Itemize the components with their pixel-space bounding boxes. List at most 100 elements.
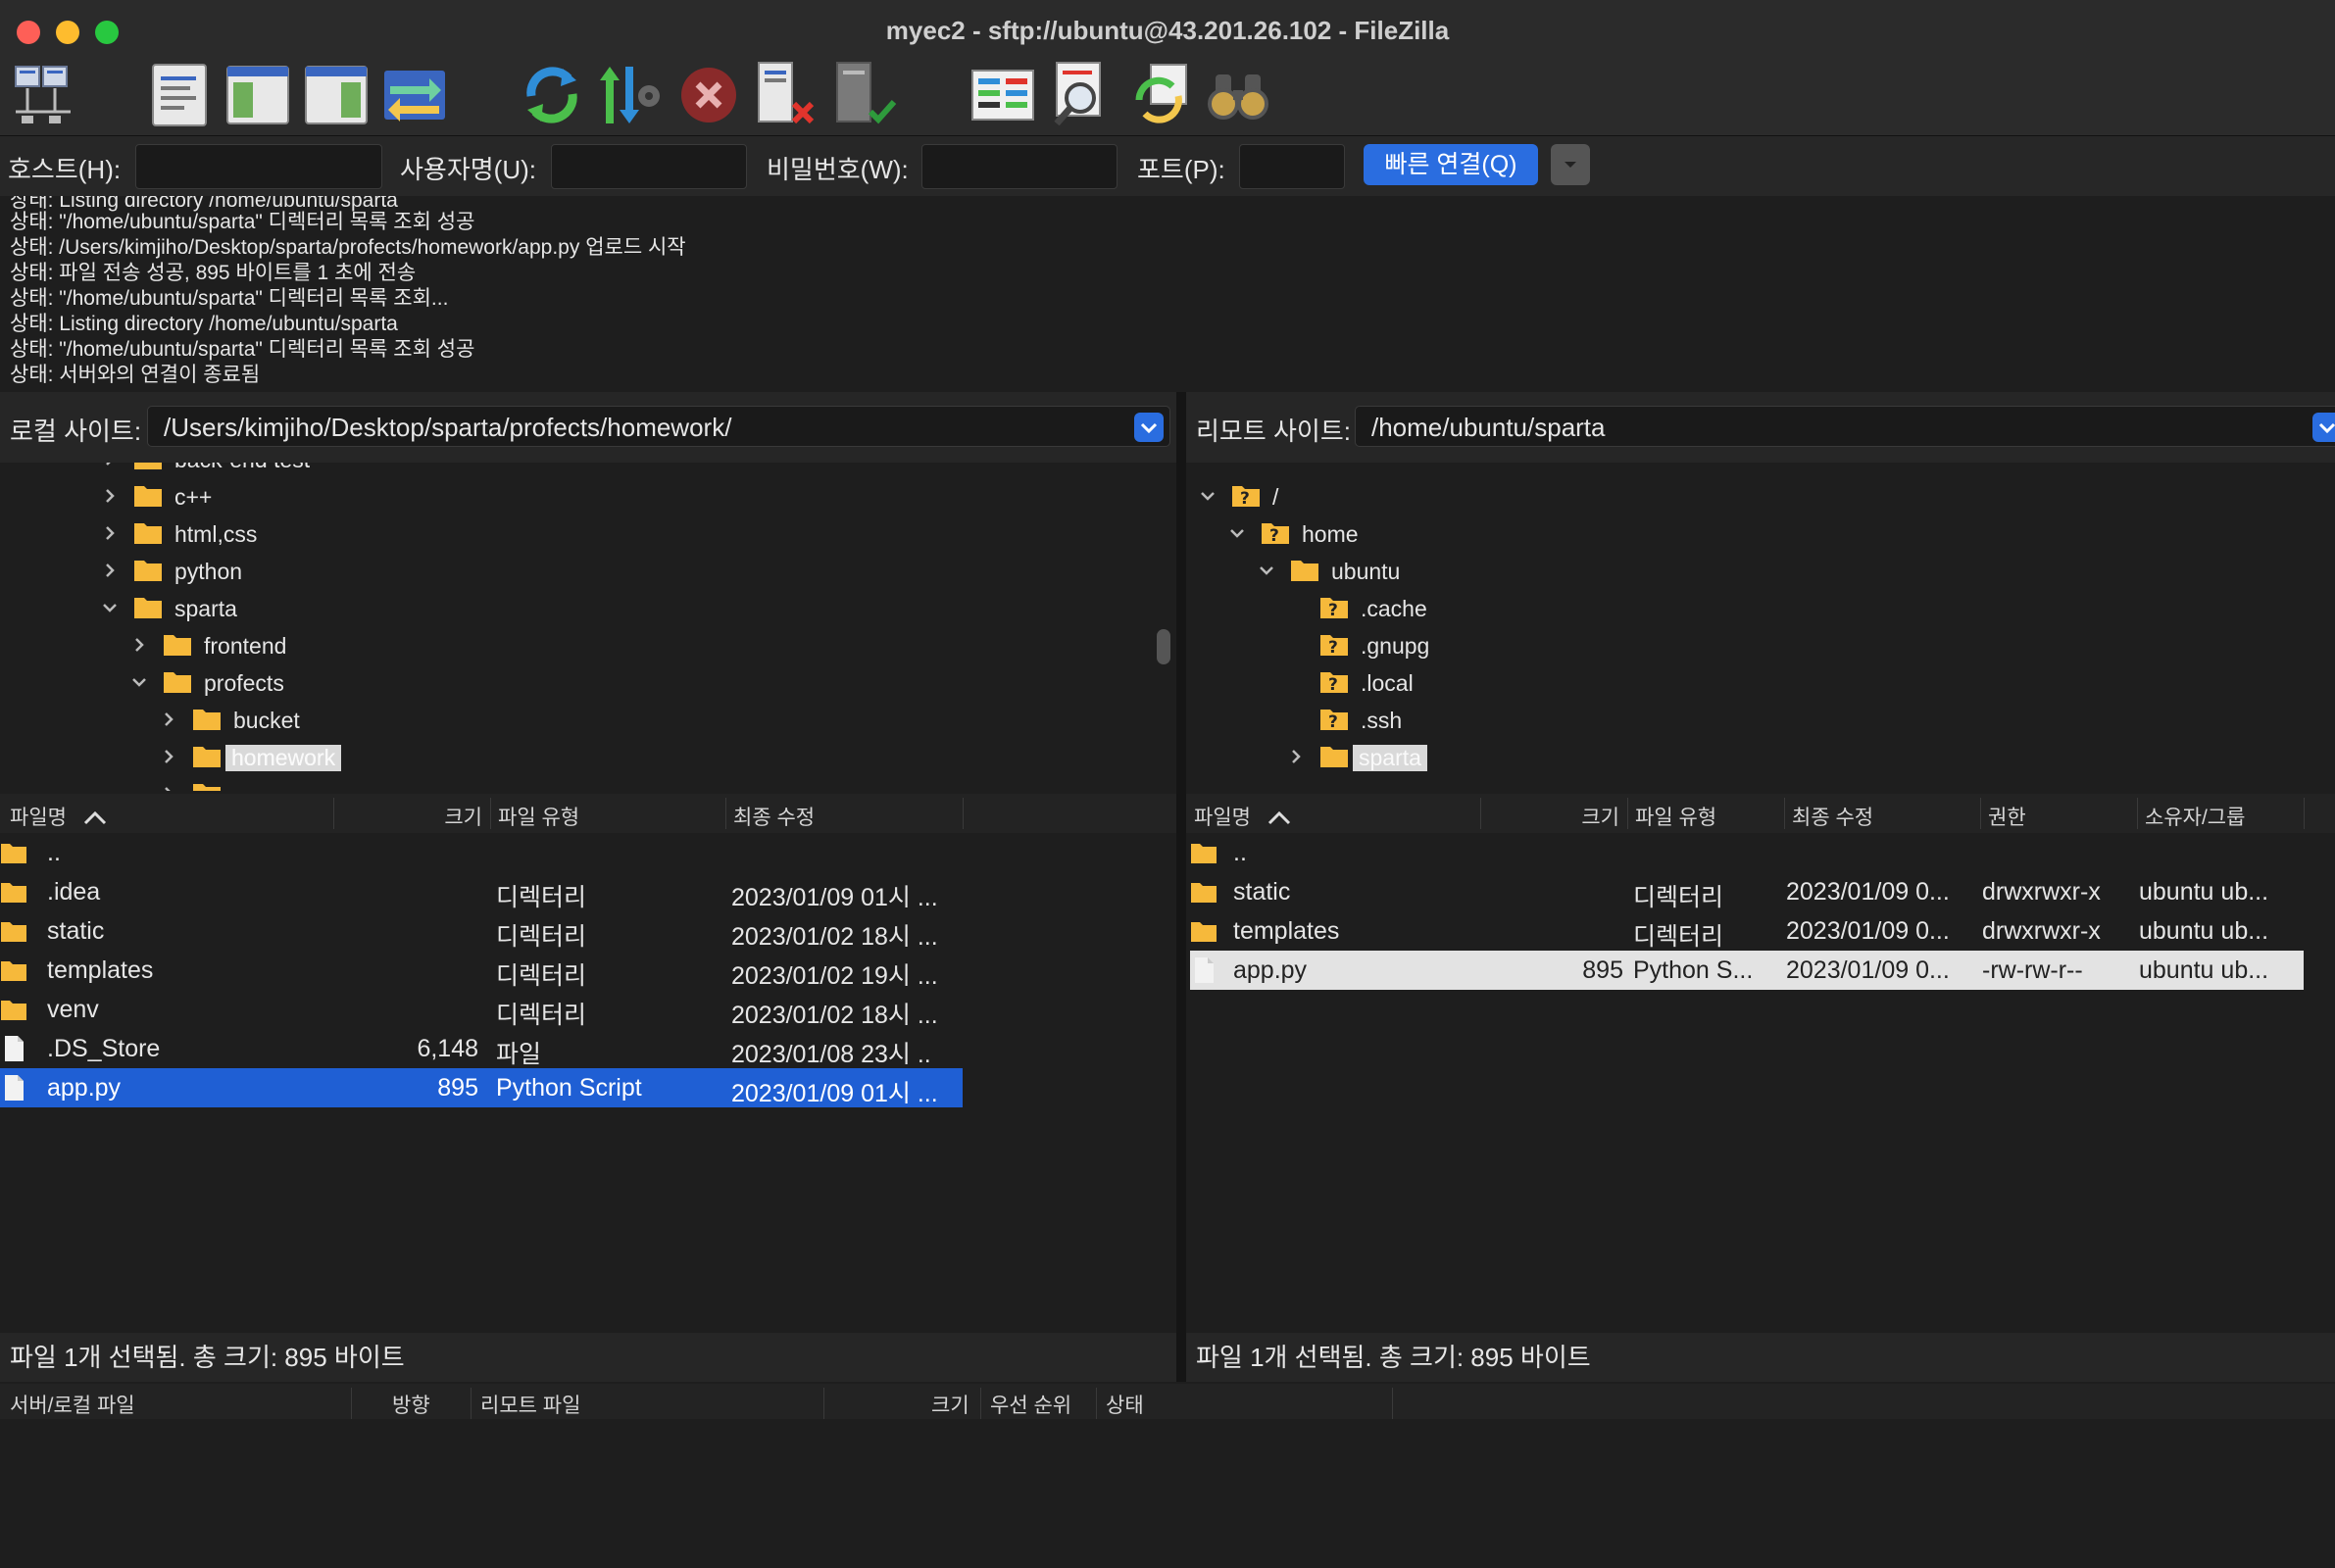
file-row[interactable]: static 디렉터리 2023/01/02 18시 ...	[0, 911, 963, 951]
quickconnect-history-dropdown[interactable]	[1551, 144, 1590, 185]
chevron-right-icon[interactable]	[98, 484, 122, 508]
file-row[interactable]: ..	[0, 833, 963, 872]
column-divider[interactable]	[351, 1388, 352, 1419]
quickconnect-button[interactable]: 빠른 연결(Q)	[1364, 144, 1538, 185]
reconnect-icon[interactable]	[831, 61, 900, 129]
chevron-down-icon[interactable]	[127, 670, 151, 694]
column-divider[interactable]	[963, 798, 964, 829]
remote-file-list[interactable]: .. static 디렉터리 2023/01/09 0... drwxrwxr-x ubu…	[1186, 833, 2335, 1333]
column-divider[interactable]	[333, 798, 334, 829]
host-input[interactable]	[135, 144, 382, 189]
local-tree-item[interactable]: profects	[127, 666, 716, 702]
column-header-filetype[interactable]: 파일 유형	[498, 802, 579, 831]
file-row[interactable]: app.py 895 Python Script 2023/01/09 01시 ...	[0, 1068, 963, 1107]
local-tree-item[interactable]: python	[98, 555, 686, 590]
column-divider[interactable]	[1784, 798, 1785, 829]
chevron-down-icon[interactable]	[1225, 521, 1249, 545]
column-header-size[interactable]: 크기	[431, 802, 482, 831]
column-divider[interactable]	[1392, 1388, 1393, 1419]
remote-tree-item[interactable]: ? .cache	[1284, 592, 1872, 627]
column-divider[interactable]	[471, 1388, 472, 1419]
file-row[interactable]: app.py 895 Python S... 2023/01/09 0... -rw-r…	[1190, 951, 2304, 990]
remote-tree-icon[interactable]	[302, 61, 371, 129]
remote-tree-item[interactable]: ? .local	[1284, 666, 1872, 702]
local-tree-item[interactable]: c++	[98, 480, 686, 515]
local-tree-item[interactable]: back-end test	[98, 463, 686, 478]
column-header-permissions[interactable]: 권한	[1988, 802, 2026, 831]
file-row[interactable]: .idea 디렉터리 2023/01/09 01시 ...	[0, 872, 963, 911]
disconnect-icon[interactable]	[753, 61, 821, 129]
queue-column-size[interactable]: 크기	[931, 1390, 969, 1419]
chevron-right-icon[interactable]	[98, 463, 122, 470]
remote-directory-tree[interactable]: ? /? home ubuntu? .cache? .gnupg? .local? .ssh s…	[1186, 463, 2335, 791]
chevron-right-icon[interactable]	[98, 521, 122, 545]
chevron-right-icon[interactable]	[157, 708, 180, 731]
port-input[interactable]	[1239, 144, 1345, 189]
directory-compare-icon[interactable]	[969, 61, 1037, 129]
remote-tree-item[interactable]: sparta	[1284, 741, 1872, 776]
cancel-icon[interactable]	[674, 61, 743, 129]
queue-column-direction[interactable]: 방향	[392, 1390, 430, 1419]
chevron-right-icon[interactable]	[157, 782, 180, 791]
column-divider[interactable]	[2304, 798, 2305, 829]
column-divider[interactable]	[725, 798, 726, 829]
local-directory-tree[interactable]: back-end test c++ html,css python sparta fron…	[0, 463, 1176, 791]
column-divider[interactable]	[1096, 1388, 1097, 1419]
column-header-filename[interactable]: 파일명	[1194, 802, 1292, 831]
transfer-queue-icon[interactable]	[380, 61, 449, 129]
queue-column-status[interactable]: 상태	[1106, 1390, 1144, 1419]
local-tree-icon[interactable]	[224, 61, 292, 129]
column-header-modified[interactable]: 최종 수정	[1792, 802, 1873, 831]
site-manager-icon[interactable]	[10, 61, 78, 129]
sync-browse-icon[interactable]	[1125, 61, 1194, 129]
search-icon[interactable]	[1204, 61, 1272, 129]
chevron-down-icon[interactable]	[1196, 484, 1219, 508]
queue-column-remote-file[interactable]: 리모트 파일	[480, 1390, 580, 1419]
local-tree-item[interactable]: html,css	[98, 517, 686, 553]
filename-filter-icon[interactable]	[1047, 61, 1116, 129]
column-header-filetype[interactable]: 파일 유형	[1635, 802, 1716, 831]
chevron-right-icon[interactable]	[98, 559, 122, 582]
column-divider[interactable]	[980, 1388, 981, 1419]
file-row[interactable]: templates 디렉터리 2023/01/02 19시 ...	[0, 951, 963, 990]
local-tree-item[interactable]: bucket	[157, 704, 745, 739]
chevron-down-icon[interactable]	[98, 596, 122, 619]
column-divider[interactable]	[2137, 798, 2138, 829]
remote-path-input[interactable]: /home/ubuntu/sparta	[1355, 406, 2335, 447]
local-path-input[interactable]: /Users/kimjiho/Desktop/sparta/profects/h…	[147, 406, 1170, 447]
remote-tree-item[interactable]: ? .ssh	[1284, 704, 1872, 739]
chevron-right-icon[interactable]	[157, 745, 180, 768]
username-input[interactable]	[551, 144, 747, 189]
file-row[interactable]: venv 디렉터리 2023/01/02 18시 ...	[0, 990, 963, 1029]
file-row[interactable]: ..	[1190, 833, 2304, 872]
column-header-size[interactable]: 크기	[1568, 802, 1619, 831]
remote-tree-item[interactable]: ? .gnupg	[1284, 629, 1872, 664]
column-divider[interactable]	[1480, 798, 1481, 829]
remote-tree-item[interactable]: ? /	[1196, 480, 1784, 515]
local-path-dropdown[interactable]	[1134, 413, 1164, 442]
file-row[interactable]: templates 디렉터리 2023/01/09 0... drwxrwxr-x ub…	[1190, 911, 2304, 951]
column-divider[interactable]	[823, 1388, 824, 1419]
local-tree-item[interactable]: homework	[157, 741, 745, 776]
chevron-down-icon[interactable]	[1255, 559, 1278, 582]
remote-tree-item[interactable]: ubuntu	[1255, 555, 1843, 590]
column-divider[interactable]	[1980, 798, 1981, 829]
message-log-icon[interactable]	[145, 61, 214, 129]
column-header-modified[interactable]: 최종 수정	[733, 802, 815, 831]
column-divider[interactable]	[490, 798, 491, 829]
local-tree-item[interactable]: sparta	[98, 592, 686, 627]
message-log[interactable]: 상태: Listing directory /home/ubuntu/spart…	[0, 196, 2335, 389]
column-header-filename[interactable]: 파일명	[10, 802, 108, 831]
queue-column-local-file[interactable]: 서버/로컬 파일	[10, 1390, 135, 1419]
transfer-queue-list[interactable]	[0, 1419, 2335, 1568]
column-divider[interactable]	[1627, 798, 1628, 829]
local-file-list[interactable]: .. .idea 디렉터리 2023/01/09 01시 ... static 디렉터리 2…	[0, 833, 1176, 1333]
local-tree-item[interactable]	[157, 778, 745, 791]
process-queue-icon[interactable]	[596, 61, 665, 129]
remote-tree-item[interactable]: ? home	[1225, 517, 1813, 553]
chevron-right-icon[interactable]	[127, 633, 151, 657]
pane-splitter[interactable]	[1176, 392, 1186, 1382]
remote-path-dropdown[interactable]	[2312, 413, 2335, 442]
file-row[interactable]: .DS_Store 6,148 파일 2023/01/08 23시 ..	[0, 1029, 963, 1068]
chevron-right-icon[interactable]	[1284, 745, 1308, 768]
